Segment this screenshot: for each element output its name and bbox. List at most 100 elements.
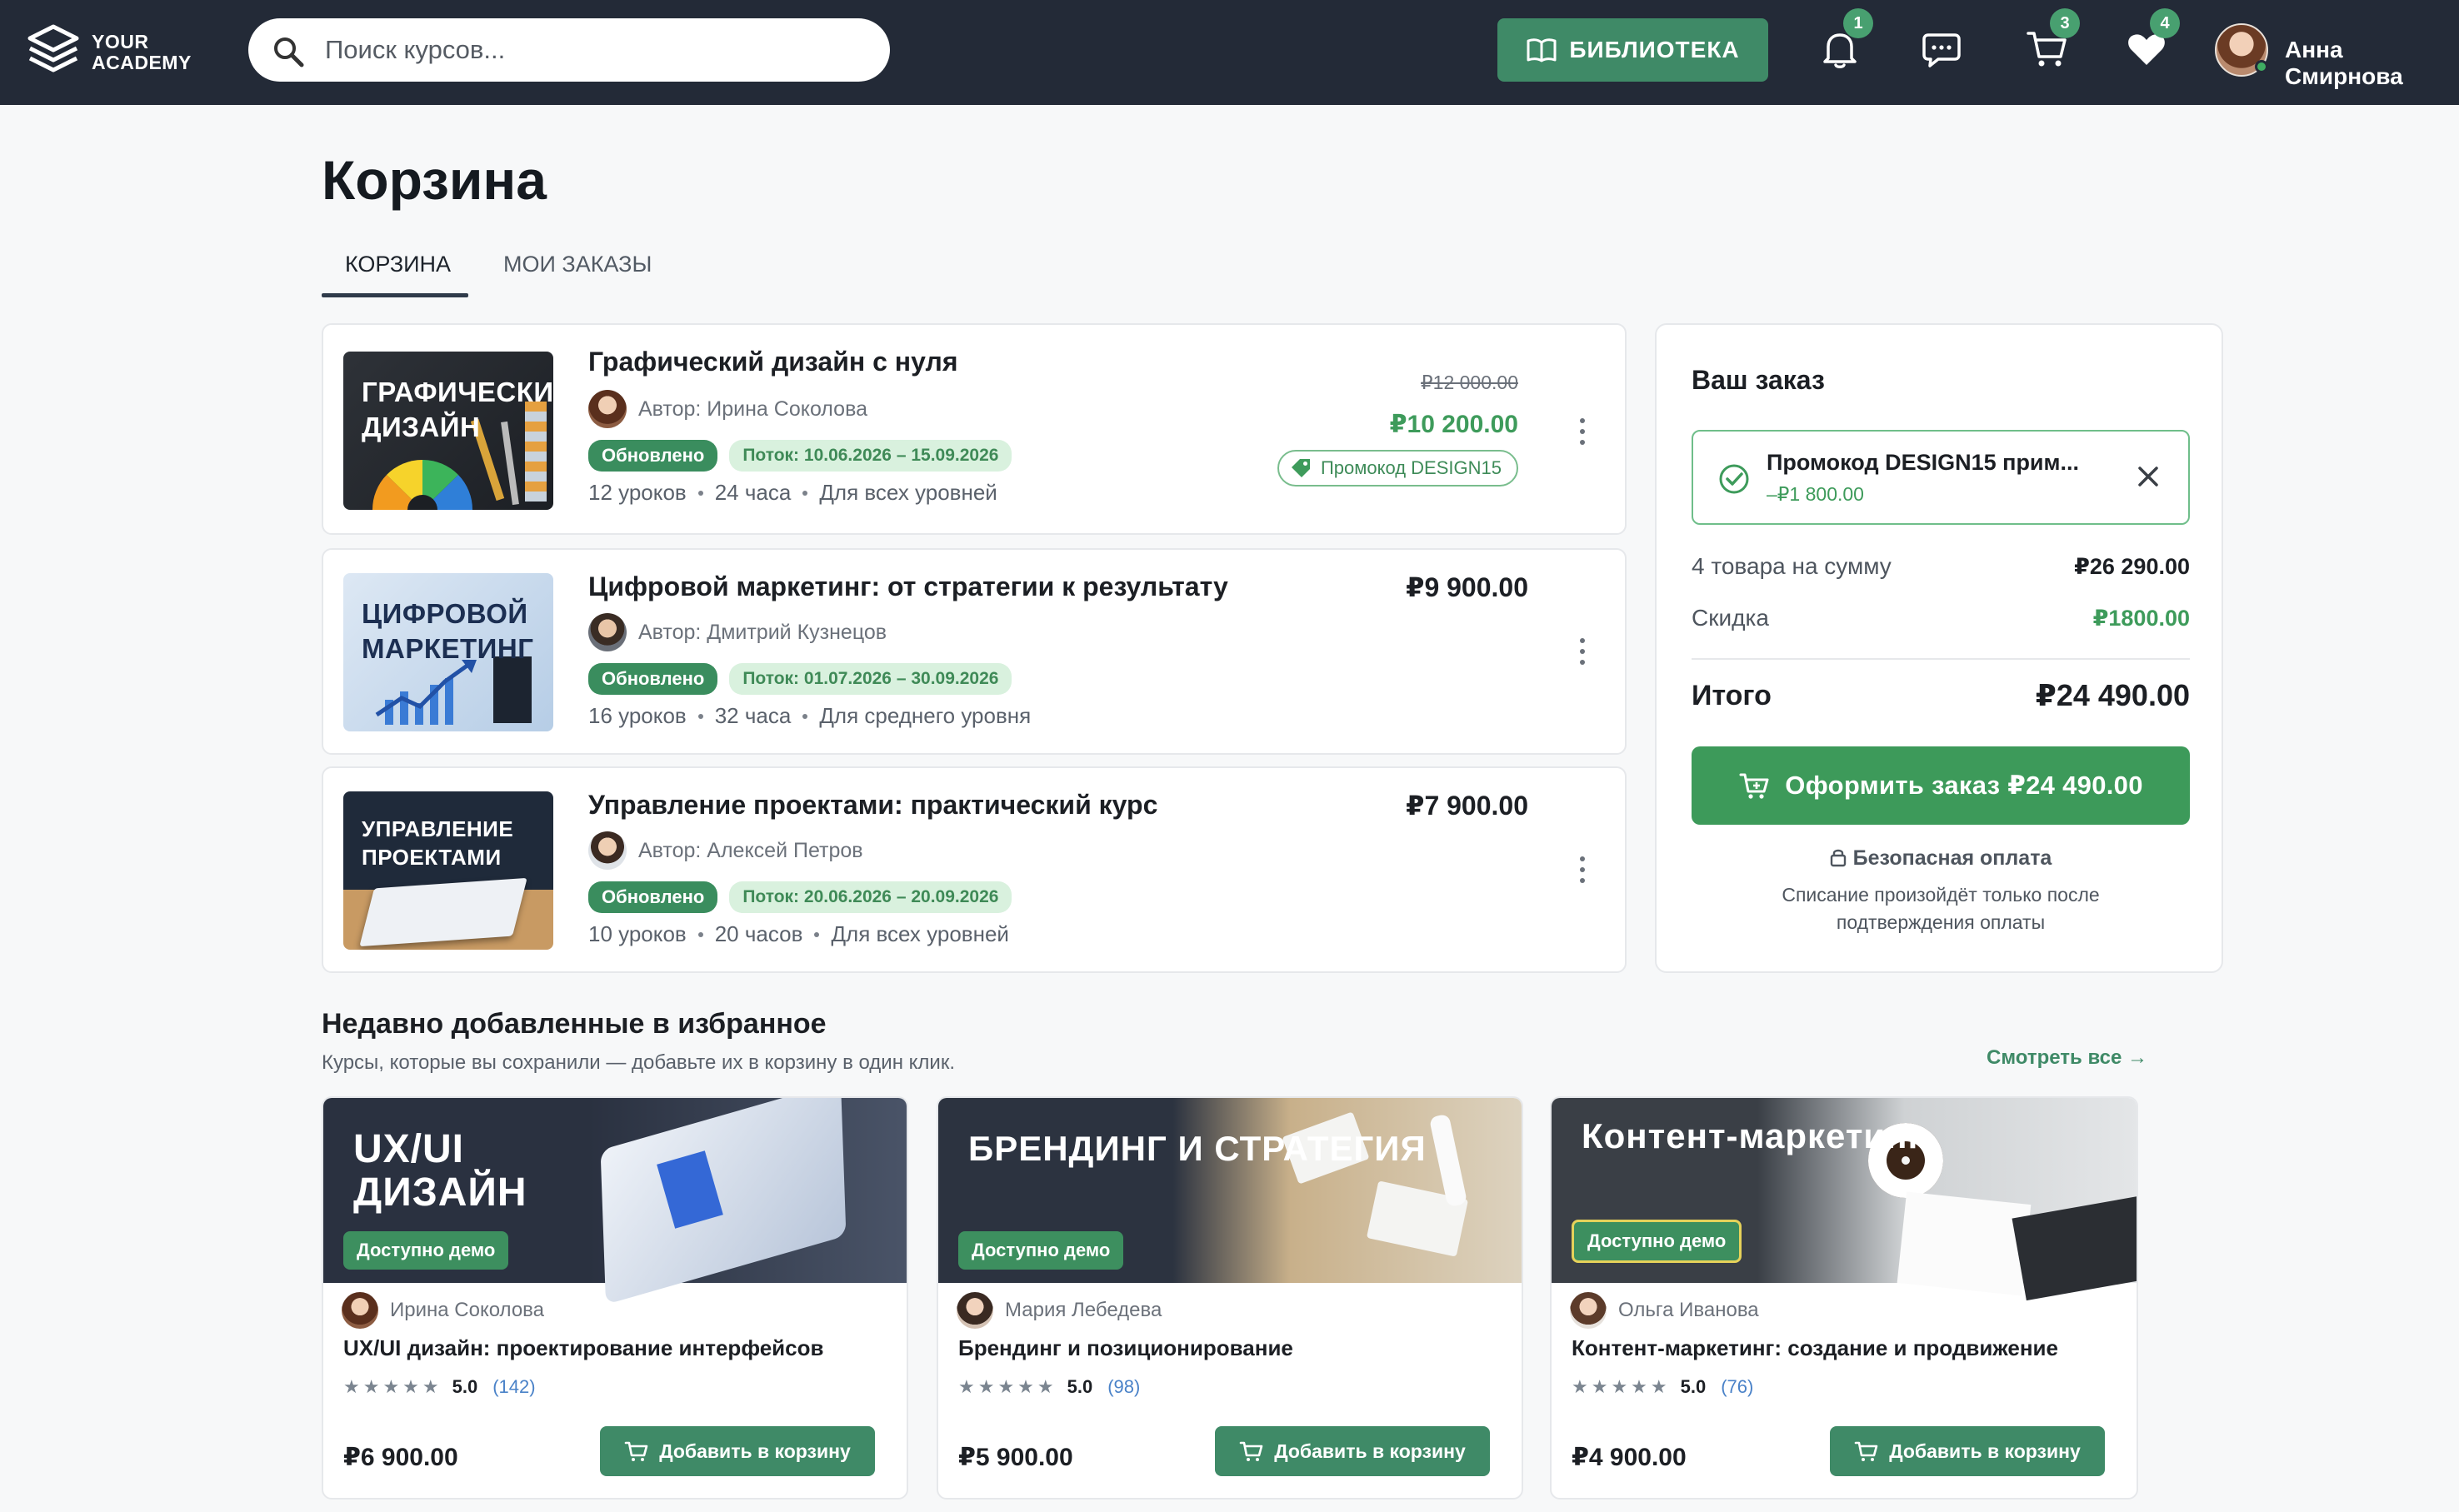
author-name: Автор: Дмитрий Кузнецов: [638, 620, 887, 644]
course-title[interactable]: Графический дизайн с нуля: [588, 347, 957, 377]
cart-item: ГРАФИЧЕСКИЙ ДИЗАЙН Графический дизайн с …: [322, 323, 1627, 535]
rating-stars-icon: ★★★★★: [958, 1376, 1057, 1397]
close-icon[interactable]: [2135, 463, 2162, 490]
course-price: ₽7 900.00: [1406, 791, 1528, 821]
updated-badge: Обновлено: [588, 440, 718, 472]
hours-count: 20 часов: [714, 921, 803, 946]
total-row: Итого ₽24 490.00: [1692, 678, 2190, 713]
author-row: Автор: Ирина Соколова: [588, 390, 867, 428]
logo-text[interactable]: YOUR ACADEMY: [92, 32, 192, 73]
author-name: Мария Лебедева: [1005, 1299, 1162, 1321]
promo-discount: –₽1 800.00: [1767, 483, 1864, 505]
favorites-title: Недавно добавленные в избранное: [322, 1008, 827, 1040]
add-to-cart-button[interactable]: Добавить в корзину: [600, 1426, 875, 1476]
more-options-icon[interactable]: [1578, 856, 1587, 886]
author-avatar: [588, 390, 627, 428]
old-price: ₽12 000.00: [1421, 372, 1518, 393]
cart-button[interactable]: 3: [2023, 8, 2080, 75]
tab-my-orders[interactable]: МОИ ЗАКАЗЫ: [503, 252, 652, 277]
library-button[interactable]: БИБЛИОТЕКА: [1497, 18, 1768, 82]
author-name: Ирина Соколова: [390, 1299, 544, 1321]
rating: ★★★★★ 5.0 (76): [1572, 1376, 1753, 1398]
course-thumbnail[interactable]: УПРАВЛЕНИЕ ПРОЕКТАМИ: [343, 791, 553, 950]
course-cover: UX/UI ДИЗАЙН Доступно демо: [323, 1098, 907, 1305]
notifications-badge: 1: [1843, 8, 1873, 38]
updated-badge: Обновлено: [588, 663, 718, 695]
user-avatar[interactable]: [2215, 23, 2268, 77]
favorite-course-card[interactable]: UX/UI ДИЗАЙН Доступно демо Ирина Соколов…: [322, 1096, 908, 1500]
cart-icon: [1854, 1441, 1878, 1461]
course-name[interactable]: Контент-маркетинг: создание и продвижени…: [1572, 1335, 2058, 1361]
add-to-cart-label: Добавить в корзину: [659, 1440, 851, 1462]
promo-label: Промокод DESIGN15: [1320, 457, 1502, 478]
course-level: Для всех уровней: [831, 921, 1009, 946]
rating-value: 5.0: [452, 1376, 478, 1397]
top-navbar: YOUR ACADEMY БИБЛИОТЕКА 1: [0, 0, 2459, 105]
course-name[interactable]: UX/UI дизайн: проектирование интерфейсов: [343, 1335, 824, 1361]
course-level: Для среднего уровня: [819, 703, 1032, 728]
author-avatar: [1570, 1292, 1607, 1329]
lessons-count: 16 уроков: [588, 703, 687, 728]
more-options-icon[interactable]: [1578, 638, 1587, 668]
author-avatar: [957, 1292, 993, 1329]
messages-button[interactable]: [1918, 25, 1965, 75]
more-options-icon[interactable]: [1578, 418, 1587, 448]
favorite-course-card[interactable]: Контент-маркетинг Доступно демо Ольга Ив…: [1550, 1096, 2138, 1500]
lessons-count: 12 уроков: [588, 480, 687, 505]
favorites-badge: 4: [2150, 8, 2180, 38]
add-to-cart-button[interactable]: Добавить в корзину: [1830, 1426, 2105, 1476]
tags: Обновлено Поток: 20.06.2026 – 20.09.2026: [588, 881, 1012, 913]
notifications-button[interactable]: 1: [1817, 8, 1873, 75]
review-count[interactable]: (142): [492, 1376, 535, 1398]
course-title[interactable]: Управление проектами: практический курс: [588, 790, 1157, 821]
course-title[interactable]: Цифровой маркетинг: от стратегии к резул…: [588, 571, 1228, 602]
author-row: Ирина Соколова: [342, 1291, 544, 1330]
course-thumbnail[interactable]: ЦИФРОВОЙ МАРКЕТИНГ: [343, 573, 553, 731]
author-avatar: [588, 831, 627, 870]
active-tab-indicator: [322, 293, 468, 297]
cart-item: ЦИФРОВОЙ МАРКЕТИНГ Цифровой маркетинг: о…: [322, 548, 1627, 755]
flow-dates-badge: Поток: 20.06.2026 – 20.09.2026: [729, 881, 1012, 913]
course-cover: Контент-маркетинг Доступно демо: [1552, 1098, 2137, 1301]
author-row: Мария Лебедева: [957, 1291, 1162, 1330]
flow-dates-badge: Поток: 10.06.2026 – 15.09.2026: [729, 440, 1012, 472]
hours-count: 32 часа: [714, 703, 792, 728]
favorites-button[interactable]: 4: [2123, 8, 2180, 75]
check-circle-icon: [1719, 464, 1749, 494]
discount-label: Скидка: [1692, 605, 1769, 631]
academy-logo-icon[interactable]: [23, 22, 83, 82]
cover-title: БРЕНДИНГ И СТРАТЕГИЯ: [968, 1129, 1427, 1168]
promo-title: Промокод DESIGN15 прим...: [1767, 450, 2080, 475]
order-title: Ваш заказ: [1692, 365, 1825, 395]
checkout-button[interactable]: Оформить заказ ₽24 490.00: [1692, 746, 2190, 825]
tab-cart[interactable]: КОРЗИНА: [345, 252, 451, 277]
demo-badge: Доступно демо: [343, 1231, 509, 1270]
search-input[interactable]: [325, 18, 867, 82]
review-count[interactable]: (98): [1107, 1376, 1140, 1398]
author-row: Ольга Иванова: [1570, 1291, 1759, 1330]
color-wheel-icon: [372, 459, 473, 510]
user-name[interactable]: Анна Смирнова: [2285, 37, 2459, 90]
course-cover: БРЕНДИНГ И СТРАТЕГИЯ Доступно демо: [938, 1098, 1522, 1283]
course-thumbnail[interactable]: ГРАФИЧЕСКИЙ ДИЗАЙН: [343, 352, 553, 510]
subtotal-label: 4 товара на сумму: [1692, 553, 1892, 579]
see-all-link[interactable]: Смотреть все →: [1987, 1046, 2147, 1070]
total-label: Итого: [1692, 679, 1772, 711]
course-price: ₽5 900.00: [958, 1444, 1073, 1471]
search-bar[interactable]: [248, 18, 890, 82]
course-meta: 12 уроков 24 часа Для всех уровней: [588, 480, 997, 506]
review-count[interactable]: (76): [1721, 1376, 1753, 1398]
demo-badge: Доступно демо: [958, 1231, 1124, 1270]
course-name[interactable]: Брендинг и позиционирование: [958, 1335, 1293, 1361]
add-to-cart-label: Добавить в корзину: [1889, 1440, 2081, 1462]
add-to-cart-button[interactable]: Добавить в корзину: [1215, 1426, 1490, 1476]
secure-label: Безопасная оплата: [1852, 846, 2052, 870]
library-label: БИБЛИОТЕКА: [1569, 37, 1740, 62]
cart-icon: [1239, 1441, 1263, 1461]
cart-badge: 3: [2050, 8, 2080, 38]
subtotal-value: ₽26 290.00: [2074, 553, 2190, 579]
author-name: Автор: Алексей Петров: [638, 838, 863, 862]
lock-icon: [1830, 849, 1846, 867]
tags: Обновлено Поток: 01.07.2026 – 30.09.2026: [588, 663, 1012, 695]
favorite-course-card[interactable]: БРЕНДИНГ И СТРАТЕГИЯ Доступно демо Мария…: [937, 1096, 1523, 1500]
